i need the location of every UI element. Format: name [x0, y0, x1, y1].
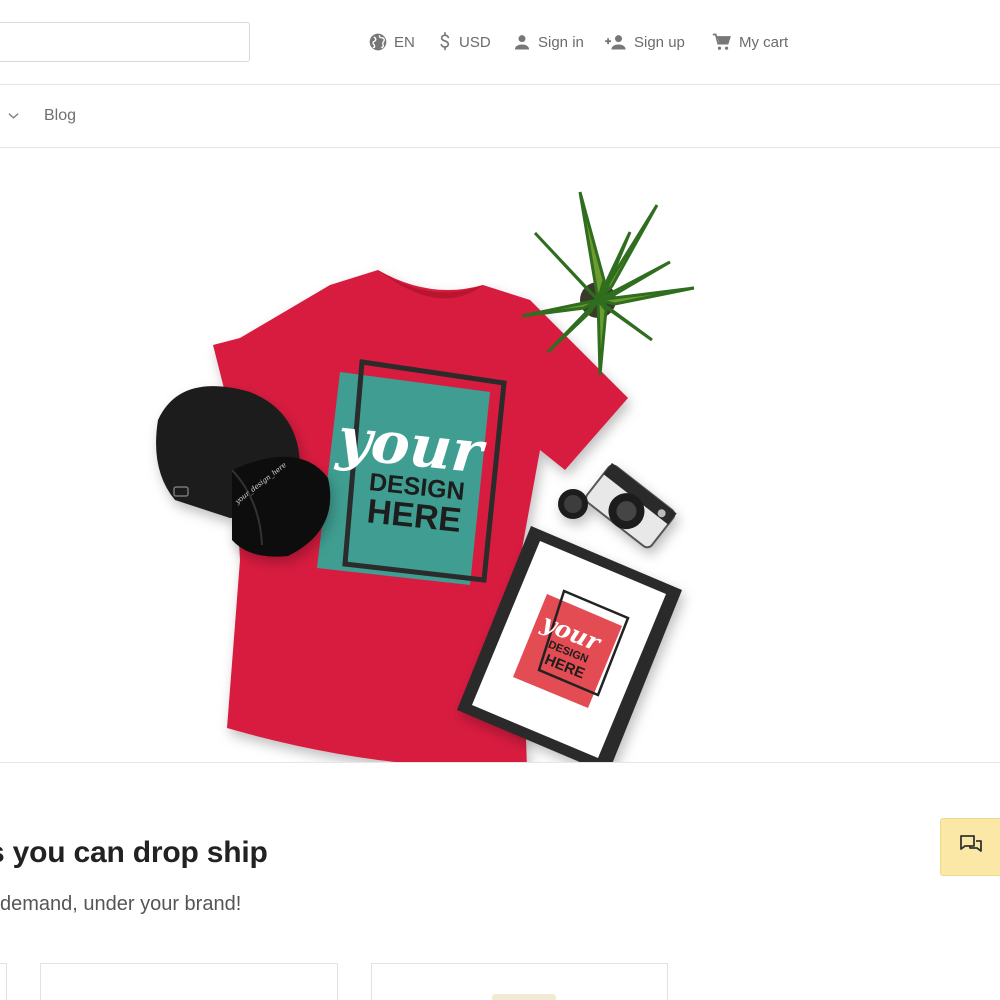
chat-icon [959, 834, 983, 861]
camera-graphic [558, 463, 677, 549]
hero-image: your DESIGN HERE your_design_here your D… [156, 191, 695, 762]
search-input[interactable] [0, 22, 250, 62]
globe-icon [368, 32, 388, 52]
cart-label: My cart [739, 33, 789, 51]
cart-link[interactable]: My cart [711, 30, 788, 54]
nav-item-products[interactable]: s [0, 107, 19, 125]
currency-selector[interactable]: USD [437, 30, 491, 54]
sign-in-link[interactable]: Sign in [512, 30, 584, 54]
hero-banner: your DESIGN HERE your_design_here your D… [0, 149, 1000, 763]
section-title: s you can drop ship [0, 836, 268, 869]
sign-in-label: Sign in [538, 33, 584, 51]
top-header: EN USD Sign in Sign up My cart [0, 0, 1000, 85]
person-add-icon [604, 32, 628, 52]
nav-item-blog[interactable]: Blog [44, 107, 76, 125]
sign-up-link[interactable]: Sign up [604, 30, 685, 54]
person-icon [512, 32, 532, 52]
product-image [492, 994, 556, 1000]
sign-up-label: Sign up [634, 33, 685, 51]
language-label: EN [394, 33, 415, 51]
chat-button[interactable] [940, 818, 1000, 876]
nav-item-label: Blog [44, 107, 77, 124]
language-selector[interactable]: EN [368, 30, 415, 54]
product-card[interactable] [0, 963, 7, 1000]
product-card[interactable] [371, 963, 668, 1000]
section-subtitle: demand, under your brand! [0, 893, 242, 915]
currency-label: USD [459, 33, 491, 51]
dollar-icon [437, 32, 453, 52]
product-card[interactable] [40, 963, 338, 1000]
chevron-down-icon [8, 107, 19, 125]
cart-icon [711, 32, 733, 52]
main-nav: s Blog [0, 86, 1000, 148]
